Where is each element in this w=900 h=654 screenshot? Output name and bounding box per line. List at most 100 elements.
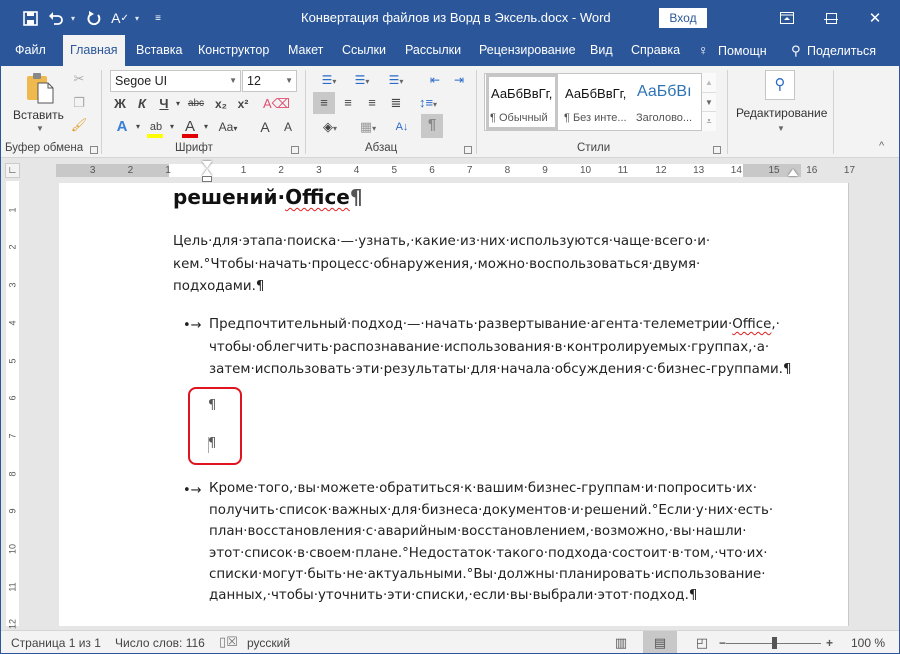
paragraph-launcher-icon[interactable] [464,146,472,154]
scroll-up-icon[interactable]: ▲ [702,73,716,92]
align-left-button[interactable]: ≡ [313,92,335,114]
misspelled-word[interactable]: Office [285,185,350,209]
undo-icon[interactable] [45,8,67,28]
editing-button[interactable]: ⚲ Редактирование ▼ [734,70,830,136]
save-icon[interactable] [19,8,41,28]
ribbon-display-icon [780,12,794,24]
cut-button[interactable]: ✂ [69,68,89,90]
close-button[interactable]: ✕ [853,5,897,31]
read-mode-button[interactable]: ▥ [604,631,638,653]
share-button[interactable]: ⚲ Поделиться [791,35,876,66]
show-formatting-marks-button[interactable]: ¶ [421,114,443,138]
bold-button[interactable]: Ж [111,93,129,115]
first-line-indent-marker[interactable] [202,161,212,168]
web-layout-button[interactable]: ◰ [685,631,719,653]
underline-dropdown-icon[interactable]: ▾ [173,93,183,115]
tab-references[interactable]: Ссылки [342,35,386,66]
horizontal-ruler[interactable]: 3 2 1 1 2 3 4 5 6 7 8 9 10 11 12 13 14 15 16 17 [56,164,855,177]
copy-button[interactable]: ❐ [69,92,89,114]
font-color-dropdown-icon[interactable]: ▾ [201,116,211,138]
zoom-slider-thumb[interactable] [771,637,777,649]
right-indent-marker[interactable] [788,169,798,176]
tab-design[interactable]: Конструктор [198,35,269,66]
styles-launcher-icon[interactable] [713,146,721,154]
font-size-combo[interactable]: 12 ▼ [242,70,297,92]
styles-scrollbar[interactable]: ▲ ▼ ⩡ [701,73,716,131]
word-count[interactable]: Число слов: 116 [115,636,205,650]
ruler-tick: 2 [278,165,284,176]
scroll-down-icon[interactable]: ▼ [702,92,716,111]
ruler-tick: 4 [7,320,18,326]
collapse-ribbon-button[interactable]: ^ [879,140,884,152]
justify-button[interactable]: ≣ [385,92,407,114]
sort-button[interactable]: А↓ [391,116,413,138]
vertical-scrollbar[interactable] [881,181,899,626]
maximize-button[interactable] [809,5,853,31]
sign-in-button[interactable]: Вход [659,8,707,28]
line-spacing-button[interactable]: ↕≡▾ [413,92,443,114]
misspelled-word[interactable]: Office [732,317,771,332]
font-launcher-icon[interactable] [291,146,299,154]
text-effects-button[interactable]: A [111,116,133,138]
multilevel-list-button[interactable]: ☰▾ [381,69,411,91]
grow-font-button[interactable]: A [256,116,274,138]
paste-button[interactable]: Вставить ▼ [13,70,65,136]
style-heading-1[interactable]: АаБбВı Заголово... [633,74,705,130]
redo-icon[interactable] [83,8,105,28]
underline-button[interactable]: Ч [155,93,173,115]
spelling-icon[interactable]: A ✓ [109,8,131,28]
tell-me-button[interactable]: ♀ Помощн [698,35,767,66]
decrease-indent-button[interactable]: ⇤ [424,69,446,91]
bullets-button[interactable]: ☰▾ [314,69,344,91]
undo-dropdown-icon[interactable]: ▾ [71,14,79,23]
strikethrough-button[interactable]: abc [185,93,207,115]
shading-button[interactable]: ◈▾ [313,116,347,138]
spelling-dropdown-icon[interactable]: ▾ [135,14,143,23]
align-right-button[interactable]: ≡ [361,92,383,114]
superscript-button[interactable]: x² [233,93,253,115]
more-styles-icon[interactable]: ⩡ [702,111,716,130]
highlight-button[interactable]: ab [145,116,167,138]
vertical-ruler[interactable]: 1 2 3 4 5 6 7 8 9 10 11 12 [6,181,19,629]
font-name-combo[interactable]: Segoe UI ▼ [110,70,241,92]
increase-indent-button[interactable]: ⇥ [448,69,470,91]
change-case-button[interactable]: Aa▾ [211,116,245,138]
clear-formatting-button[interactable]: A⌫ [263,93,290,115]
style-no-spacing[interactable]: АаБбВвГг, ¶ Без инте... [561,74,633,130]
tab-insert[interactable]: Вставка [136,35,182,66]
print-layout-button[interactable]: ▤ [643,631,677,653]
tab-file[interactable]: Файл [15,35,46,66]
tab-view[interactable]: Вид [590,35,613,66]
zoom-level[interactable]: 100 % [851,636,885,650]
tab-review[interactable]: Рецензирование [479,35,576,66]
borders-button[interactable]: ▦▾ [351,116,385,138]
tab-layout[interactable]: Макет [288,35,323,66]
format-painter-button[interactable]: 🖌 [69,114,89,136]
clipboard-launcher-icon[interactable] [90,146,98,154]
ribbon: Вставить ▼ ✂ ❐ 🖌 Буфер обмена Segoe UI ▼… [1,66,899,158]
tab-home[interactable]: Главная [63,35,125,66]
shrink-font-button[interactable]: A [279,116,297,138]
left-indent-marker[interactable] [202,176,212,182]
proofing-icon[interactable]: ▯☒ [219,634,238,650]
ribbon-tabs: Файл Главная Вставка Конструктор Макет С… [1,35,899,66]
italic-button[interactable]: К [133,93,151,115]
zoom-out-button[interactable]: − [719,636,726,650]
language[interactable]: русский [247,636,290,650]
page-count[interactable]: Страница 1 из 1 [11,636,101,650]
numbering-button[interactable]: ☰▾ [347,69,377,91]
tab-selector-button[interactable]: ∟ [5,163,20,178]
subscript-button[interactable]: x₂ [211,93,231,115]
tab-help[interactable]: Справка [631,35,680,66]
zoom-in-button[interactable]: + [826,636,833,650]
style-normal[interactable]: АаБбВвГг, ¶ Обычный [486,74,558,130]
ribbon-display-options-button[interactable] [765,5,809,31]
heading-text: решений· [173,185,286,209]
text-effects-dropdown-icon[interactable]: ▾ [133,116,143,138]
align-center-button[interactable]: ≡ [337,92,359,114]
font-color-button[interactable]: A [179,116,201,138]
customize-icon[interactable]: ≡ [147,8,169,28]
highlight-dropdown-icon[interactable]: ▾ [167,116,177,138]
tab-mailings[interactable]: Рассылки [405,35,461,66]
hanging-indent-marker[interactable] [202,169,212,176]
